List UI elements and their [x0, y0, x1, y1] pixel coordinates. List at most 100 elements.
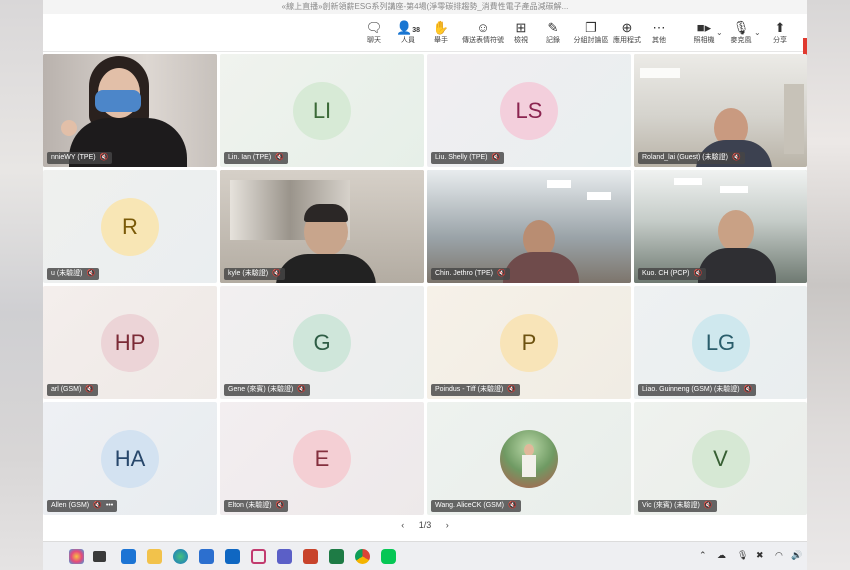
participant-name-label: u (未驗證) 🔇 — [47, 268, 100, 280]
view-button[interactable]: ⊞ 檢視 — [503, 20, 539, 45]
participant-avatar: P — [500, 313, 558, 372]
participant-tile[interactable]: LS Liu. Shelly (TPE) 🔇 — [427, 54, 631, 167]
window-title: «線上直播»創新領薪ESG系列講座-第4場(淨零碳排趨勢_消費性電子產品減碳解.… — [43, 0, 807, 14]
participant-name-label: Elton (未驗證) 🔇 — [224, 500, 289, 512]
participant-tile[interactable]: HA Allen (GSM) 🔇 ••• — [43, 402, 217, 515]
ceiling-light-shape — [587, 192, 611, 200]
ceiling-light-shape — [674, 178, 702, 185]
participant-tile[interactable]: G Gene (來賓) (未驗證) 🔇 — [220, 286, 424, 399]
teams-meeting-window: «線上直播»創新領薪ESG系列講座-第4場(淨零碳排趨勢_消費性電子產品減碳解.… — [43, 0, 807, 570]
mic-muted-icon: 🔇 — [496, 270, 506, 277]
participant-name-label: nnieWY (TPE) 🔇 — [47, 152, 113, 164]
participant-name-label: Allen (GSM) 🔇 ••• — [47, 500, 118, 512]
participant-tile[interactable]: Kuo. CH (PCP) 🔇 — [634, 170, 807, 283]
participant-avatar: V — [691, 429, 750, 488]
shelf-shape — [784, 84, 804, 154]
participant-avatar: LI — [293, 81, 351, 140]
outlook-icon[interactable] — [225, 549, 240, 564]
participant-avatar: HA — [101, 429, 159, 488]
participant-tile[interactable]: E Elton (未驗證) 🔇 — [220, 402, 424, 515]
emoji-icon: ☺ — [476, 20, 490, 35]
participant-name-label: Wang. AliceCK (GSM) 🔇 — [431, 500, 521, 512]
mic-muted-icon: 🔇 — [275, 154, 284, 161]
notes-icon: ✎ — [547, 20, 559, 35]
teams-icon[interactable] — [277, 549, 292, 564]
hand-icon: ✋ — [432, 20, 450, 35]
mic-muted-icon: 🔇 — [297, 386, 307, 393]
ceiling-light-shape — [640, 68, 680, 78]
participant-name-label: Roland_lai (Guest) (未驗證) 🔇 — [638, 152, 745, 164]
store-icon[interactable] — [199, 549, 214, 564]
excel-icon[interactable] — [329, 549, 344, 564]
chat-button[interactable]: 🗨 聊天 — [356, 20, 392, 45]
participant-tile[interactable]: Roland_lai (Guest) (未驗證) 🔇 — [634, 54, 807, 167]
participant-name-label: kyle (未驗證) 🔇 — [224, 268, 285, 280]
mic-options-chevron-icon[interactable]: ⌄ — [754, 28, 761, 37]
participant-name-label: Liu. Shelly (TPE) 🔇 — [431, 152, 505, 164]
page-indicator: 1/3 — [418, 520, 432, 530]
participant-tile[interactable]: kyle (未驗證) 🔇 — [220, 170, 424, 283]
taskview-icon[interactable] — [93, 551, 106, 562]
share-button[interactable]: ⬆ 分享 — [762, 20, 798, 45]
powerpoint-icon[interactable] — [303, 549, 318, 564]
participant-name-label: Vic (來賓) (未驗證) 🔇 — [638, 500, 717, 512]
participant-tile[interactable]: V Vic (來賓) (未驗證) 🔇 — [634, 402, 807, 515]
rooms-icon: ❐ — [585, 20, 597, 35]
mic-muted-icon: 🔇 — [693, 270, 703, 277]
chevron-up-icon[interactable]: ⌃ — [699, 550, 707, 561]
edge-icon[interactable] — [173, 549, 188, 564]
reactions-button[interactable]: ☺ 傳送表情符號 — [462, 20, 504, 45]
breakout-rooms-button[interactable]: ❐ 分組討論區 — [571, 20, 611, 45]
share-icon: ⬆ — [774, 20, 786, 35]
mic-muted-icon: 🔇 — [86, 270, 96, 277]
participant-tile[interactable]: P Poindus - Tiff (未驗證) 🔇 — [427, 286, 631, 399]
close-circle-icon[interactable]: ✖ — [756, 550, 764, 561]
participant-tile[interactable]: LI Lin. Ian (TPE) 🔇 — [220, 54, 424, 167]
blurred-left-margin — [0, 0, 43, 570]
mic-muted-icon: 🔇 — [491, 154, 501, 161]
more-button[interactable]: ⋯ 其他 — [641, 20, 677, 45]
people-icon: 👤 — [396, 20, 413, 35]
mic-muted-icon: 🔇 — [703, 502, 713, 509]
cloud-off-icon[interactable]: ☁ — [717, 550, 726, 561]
mic-muted-icon: 🔇 — [93, 502, 102, 509]
more-options-icon[interactable]: ••• — [106, 500, 113, 512]
prev-page-button[interactable]: ‹ — [401, 520, 404, 530]
hand-shape — [61, 120, 77, 136]
notes-button[interactable]: ✎ 記錄 — [535, 20, 571, 45]
ceiling-light-shape — [720, 186, 748, 193]
widgets-icon[interactable] — [121, 549, 136, 564]
participant-tile[interactable]: R u (未驗證) 🔇 — [43, 170, 217, 283]
shirt-shape — [276, 254, 376, 283]
raise-hand-button[interactable]: ✋ 舉手 — [423, 20, 459, 45]
copilot-icon[interactable] — [69, 549, 84, 564]
participant-photo-avatar — [500, 429, 558, 488]
speaker-icon[interactable]: 🔊 — [791, 550, 802, 561]
meeting-toolbar: 🗨 聊天 👤38 人員 ✋ 舉手 ☺ 傳送表情符號 ⊞ 檢視 ✎ 記錄 ❐ 分組… — [43, 14, 807, 56]
explorer-icon[interactable] — [147, 549, 162, 564]
chrome-icon[interactable] — [355, 549, 370, 564]
blurred-right-margin — [807, 0, 850, 570]
participant-avatar: G — [293, 313, 351, 372]
shirt-shape — [698, 248, 776, 283]
people-button[interactable]: 👤38 人員 — [390, 20, 426, 45]
camera-options-chevron-icon[interactable]: ⌄ — [716, 28, 723, 37]
participant-name-label: Lin. Ian (TPE) 🔇 — [224, 152, 288, 164]
participant-tile[interactable]: HP arl (GSM) 🔇 — [43, 286, 217, 399]
participant-name-label: Chin. Jethro (TPE) 🔇 — [431, 268, 510, 280]
participant-tile[interactable]: Wang. AliceCK (GSM) 🔇 — [427, 402, 631, 515]
ceiling-light-shape — [547, 180, 571, 188]
more-icon: ⋯ — [652, 20, 666, 35]
participant-tile[interactable]: LG Liao. Guinneng (GSM) (未驗證) 🔇 — [634, 286, 807, 399]
participant-tile[interactable]: Chin. Jethro (TPE) 🔇 — [427, 170, 631, 283]
mic-icon[interactable]: 🎙 — [737, 550, 748, 561]
line-icon[interactable] — [381, 549, 396, 564]
mic-muted-icon: 🔇 — [99, 154, 109, 161]
participant-name-label: arl (GSM) 🔇 — [47, 384, 99, 396]
participant-tile[interactable]: nnieWY (TPE) 🔇 — [43, 54, 217, 167]
snip-icon[interactable] — [251, 549, 266, 564]
next-page-button[interactable]: › — [446, 520, 449, 530]
wifi-icon[interactable]: ◠ — [775, 550, 783, 561]
participant-count: 38 — [412, 27, 420, 34]
gallery-pager: ‹ 1/3 › — [43, 520, 807, 530]
